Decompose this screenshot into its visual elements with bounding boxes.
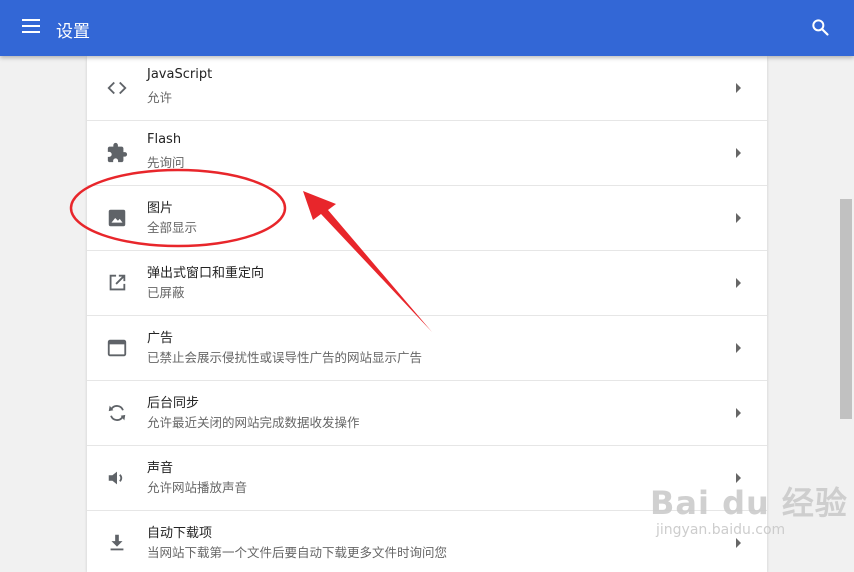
image-icon <box>106 207 128 229</box>
chevron-right-icon <box>736 148 741 158</box>
chevron-right-icon <box>736 343 741 353</box>
setting-status: 当网站下载第一个文件后要自动下载更多文件时询问您 <box>147 545 448 560</box>
setting-row-popups[interactable]: 弹出式窗口和重定向 已屏蔽 <box>87 251 767 316</box>
setting-status: 允许 <box>147 90 173 105</box>
web-window-icon <box>106 337 128 359</box>
site-settings-list: JavaScript 允许 Flash 先询问 图片 全部显示 弹出式窗口和重定… <box>87 56 767 572</box>
setting-row-sound[interactable]: 声音 允许网站播放声音 <box>87 446 767 511</box>
menu-button[interactable] <box>22 18 46 38</box>
sync-icon <box>106 402 128 424</box>
setting-row-images[interactable]: 图片 全部显示 <box>87 186 767 251</box>
setting-status: 允许网站播放声音 <box>147 480 248 495</box>
setting-label: 弹出式窗口和重定向 <box>147 266 265 281</box>
search-button[interactable] <box>810 17 832 39</box>
volume-icon <box>106 467 128 489</box>
chevron-right-icon <box>736 278 741 288</box>
setting-label: 自动下载项 <box>147 526 213 541</box>
page-title: 设置 <box>56 22 90 42</box>
setting-status: 允许最近关闭的网站完成数据收发操作 <box>147 415 360 430</box>
setting-status: 先询问 <box>147 155 185 170</box>
setting-status: 全部显示 <box>147 220 198 235</box>
scrollbar-thumb[interactable] <box>840 199 852 419</box>
chevron-right-icon <box>736 83 741 93</box>
setting-label: Flash <box>147 132 182 147</box>
puzzle-icon <box>106 142 128 164</box>
setting-row-auto-downloads[interactable]: 自动下载项 当网站下载第一个文件后要自动下载更多文件时询问您 <box>87 511 767 572</box>
setting-row-ads[interactable]: 广告 已禁止会展示侵扰性或误导性广告的网站显示广告 <box>87 316 767 381</box>
chevron-right-icon <box>736 408 741 418</box>
code-icon <box>106 77 128 99</box>
setting-status: 已屏蔽 <box>147 285 185 300</box>
setting-label: JavaScript <box>147 67 213 82</box>
setting-label: 声音 <box>147 461 174 476</box>
setting-label: 后台同步 <box>147 396 200 411</box>
app-header: 设置 <box>0 0 854 56</box>
setting-status: 已禁止会展示侵扰性或误导性广告的网站显示广告 <box>147 350 423 365</box>
scrollbar[interactable] <box>838 56 854 572</box>
search-icon <box>812 19 829 36</box>
open-in-new-icon <box>106 272 128 294</box>
setting-row-javascript[interactable]: JavaScript 允许 <box>87 56 767 121</box>
setting-label: 广告 <box>147 331 174 346</box>
setting-row-background-sync[interactable]: 后台同步 允许最近关闭的网站完成数据收发操作 <box>87 381 767 446</box>
download-icon <box>106 532 128 554</box>
chevron-right-icon <box>736 473 741 483</box>
chevron-right-icon <box>736 213 741 223</box>
hamburger-menu-icon <box>22 19 40 33</box>
chevron-right-icon <box>736 538 741 548</box>
setting-label: 图片 <box>147 201 174 216</box>
setting-row-flash[interactable]: Flash 先询问 <box>87 121 767 186</box>
